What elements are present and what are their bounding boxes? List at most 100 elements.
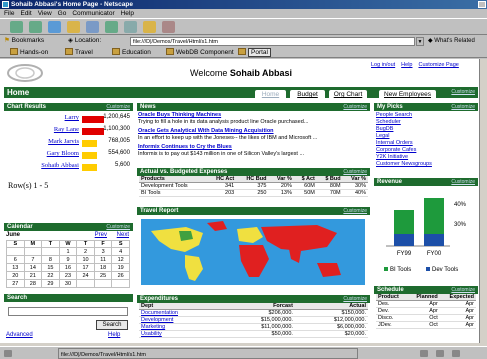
component-bar-icon[interactable]	[420, 350, 428, 357]
calendar-day[interactable]: 25	[93, 271, 113, 280]
calendar-day[interactable]: 27	[6, 279, 25, 288]
my-picks-link[interactable]: BugDB	[376, 126, 478, 133]
travel-customize[interactable]: Customize	[343, 207, 367, 215]
menu-go[interactable]: Go	[58, 10, 67, 17]
table-row-link[interactable]: Documentation	[139, 309, 222, 317]
personal-portal[interactable]: Portal	[238, 47, 271, 58]
vertical-scrollbar[interactable]	[479, 59, 487, 343]
guide-icon[interactable]	[105, 21, 118, 33]
news-headline[interactable]: Informix Continues to Cry the Blues	[138, 144, 370, 151]
calendar-day[interactable]: 12	[111, 255, 130, 264]
personal-travel[interactable]: Travel	[65, 47, 93, 58]
calendar-day[interactable]: 13	[6, 263, 25, 272]
help-link[interactable]: Help	[401, 62, 412, 68]
chart-results-customize[interactable]: Customize	[106, 103, 130, 111]
personal-webdb-component[interactable]: WebDB Component	[166, 47, 234, 58]
chart-results-name[interactable]: Mark Jarvis	[48, 138, 79, 145]
calendar-day[interactable]: 18	[93, 263, 113, 272]
search-button[interactable]: Search	[96, 320, 128, 330]
news-headline[interactable]: Oracle Gets Analytical With Data Mining …	[138, 128, 370, 135]
composer-icon[interactable]	[452, 350, 460, 357]
table-row-link[interactable]: Marketing	[139, 323, 222, 331]
calendar-day[interactable]: 8	[41, 255, 60, 264]
my-picks-link[interactable]: Y2K Initiative	[376, 154, 478, 161]
calendar-day[interactable]: 11	[93, 255, 113, 264]
home-customize-link[interactable]: Customize	[451, 87, 475, 98]
table-row-link[interactable]: Usability	[139, 330, 222, 338]
budget-customize[interactable]: Customize	[343, 168, 367, 176]
chart-results-name[interactable]: Larry	[65, 114, 79, 121]
mail-icon[interactable]	[436, 350, 444, 357]
bookmarks-button[interactable]: ⚑ Bookmarks	[4, 35, 44, 47]
calendar-day[interactable]: 21	[23, 271, 43, 280]
security-icon[interactable]	[143, 21, 156, 33]
calendar-day[interactable]: 29	[41, 279, 60, 288]
calendar-day[interactable]: 23	[58, 271, 78, 280]
advanced-search-link[interactable]: Advanced	[6, 332, 33, 338]
calendar-day[interactable]: 1	[58, 247, 78, 256]
travel-world-map[interactable]	[141, 219, 365, 285]
my-picks-link[interactable]: Internal Orders	[376, 140, 478, 147]
calendar-day[interactable]: 19	[111, 263, 130, 272]
calendar-day[interactable]: 4	[111, 247, 130, 256]
reload-icon[interactable]	[48, 21, 61, 33]
calendar-day[interactable]: 22	[41, 271, 60, 280]
calendar-next[interactable]: Next	[117, 231, 129, 240]
calendar-day[interactable]: 7	[23, 255, 43, 264]
forward-icon[interactable]	[29, 21, 42, 33]
customize-page-link[interactable]: Customize Page	[418, 62, 458, 68]
schedule-customize[interactable]: Customize	[451, 286, 475, 294]
menu-file[interactable]: File	[4, 10, 14, 17]
chart-results-name[interactable]: Gary Bloom	[47, 150, 79, 157]
whats-related-button[interactable]: ◆ What's Related	[428, 35, 475, 47]
calendar-day[interactable]: 14	[23, 263, 43, 272]
calendar-day[interactable]: 24	[76, 271, 95, 280]
expenditures-customize[interactable]: Customize	[343, 295, 367, 303]
my-picks-link[interactable]: Legal	[376, 133, 478, 140]
back-icon[interactable]	[10, 21, 23, 33]
my-picks-link[interactable]: People Search	[376, 112, 478, 119]
location-input[interactable]: file:///D|/Demos/Travel/Html/s1.htm	[130, 37, 415, 46]
search-icon[interactable]	[86, 21, 99, 33]
calendar-day[interactable]: 17	[76, 263, 95, 272]
chart-results-name[interactable]: Sohaib Abbasi	[41, 162, 79, 169]
calendar-day[interactable]: 16	[58, 263, 78, 272]
search-input[interactable]	[8, 307, 128, 316]
minimize-button[interactable]	[478, 1, 486, 8]
calendar-day[interactable]: 26	[111, 271, 130, 280]
tab-home[interactable]: Home	[254, 89, 287, 98]
table-row-link[interactable]: Development	[139, 316, 222, 324]
calendar-day[interactable]: 15	[41, 263, 60, 272]
tab-budget[interactable]: Budget	[289, 89, 326, 98]
home-icon[interactable]	[67, 21, 80, 33]
my-picks-customize[interactable]: Customize	[451, 103, 475, 111]
menu-view[interactable]: View	[38, 10, 52, 17]
location-dropdown[interactable]: ▼	[416, 37, 424, 46]
news-headline[interactable]: Oracle Buys Thinking Machines	[138, 112, 370, 119]
calendar-day[interactable]: 3	[93, 247, 113, 256]
calendar-customize[interactable]: Customize	[106, 223, 130, 231]
calendar-day[interactable]: 20	[6, 271, 25, 280]
personal-education[interactable]: Education	[112, 47, 151, 58]
chart-results-name[interactable]: Ray Lane	[54, 126, 79, 133]
calendar-day[interactable]: 10	[76, 255, 95, 264]
news-customize[interactable]: Customize	[343, 103, 367, 111]
search-help-link[interactable]: Help	[108, 332, 120, 338]
calendar-day[interactable]: 6	[6, 255, 25, 264]
menu-communicator[interactable]: Communicator	[72, 10, 114, 17]
calendar-day[interactable]: 9	[58, 255, 78, 264]
menu-help[interactable]: Help	[121, 10, 134, 17]
my-picks-link[interactable]: Corporate Cafes	[376, 147, 478, 154]
print-icon[interactable]	[124, 21, 137, 33]
my-picks-link[interactable]: Customer Newsgroups	[376, 161, 478, 168]
calendar-day[interactable]: 2	[76, 247, 95, 256]
stop-icon[interactable]	[162, 21, 175, 33]
calendar-day[interactable]: 30	[58, 279, 78, 288]
tab-new-employees[interactable]: New Employees	[378, 89, 437, 98]
calendar-day[interactable]: 28	[23, 279, 43, 288]
personal-hands-on[interactable]: Hands-on	[10, 47, 48, 58]
login-logout-link[interactable]: Log in/out	[371, 62, 395, 68]
calendar-prev[interactable]: Prev	[95, 231, 107, 240]
menu-edit[interactable]: Edit	[20, 10, 31, 17]
revenue-customize[interactable]: Customize	[451, 178, 475, 186]
